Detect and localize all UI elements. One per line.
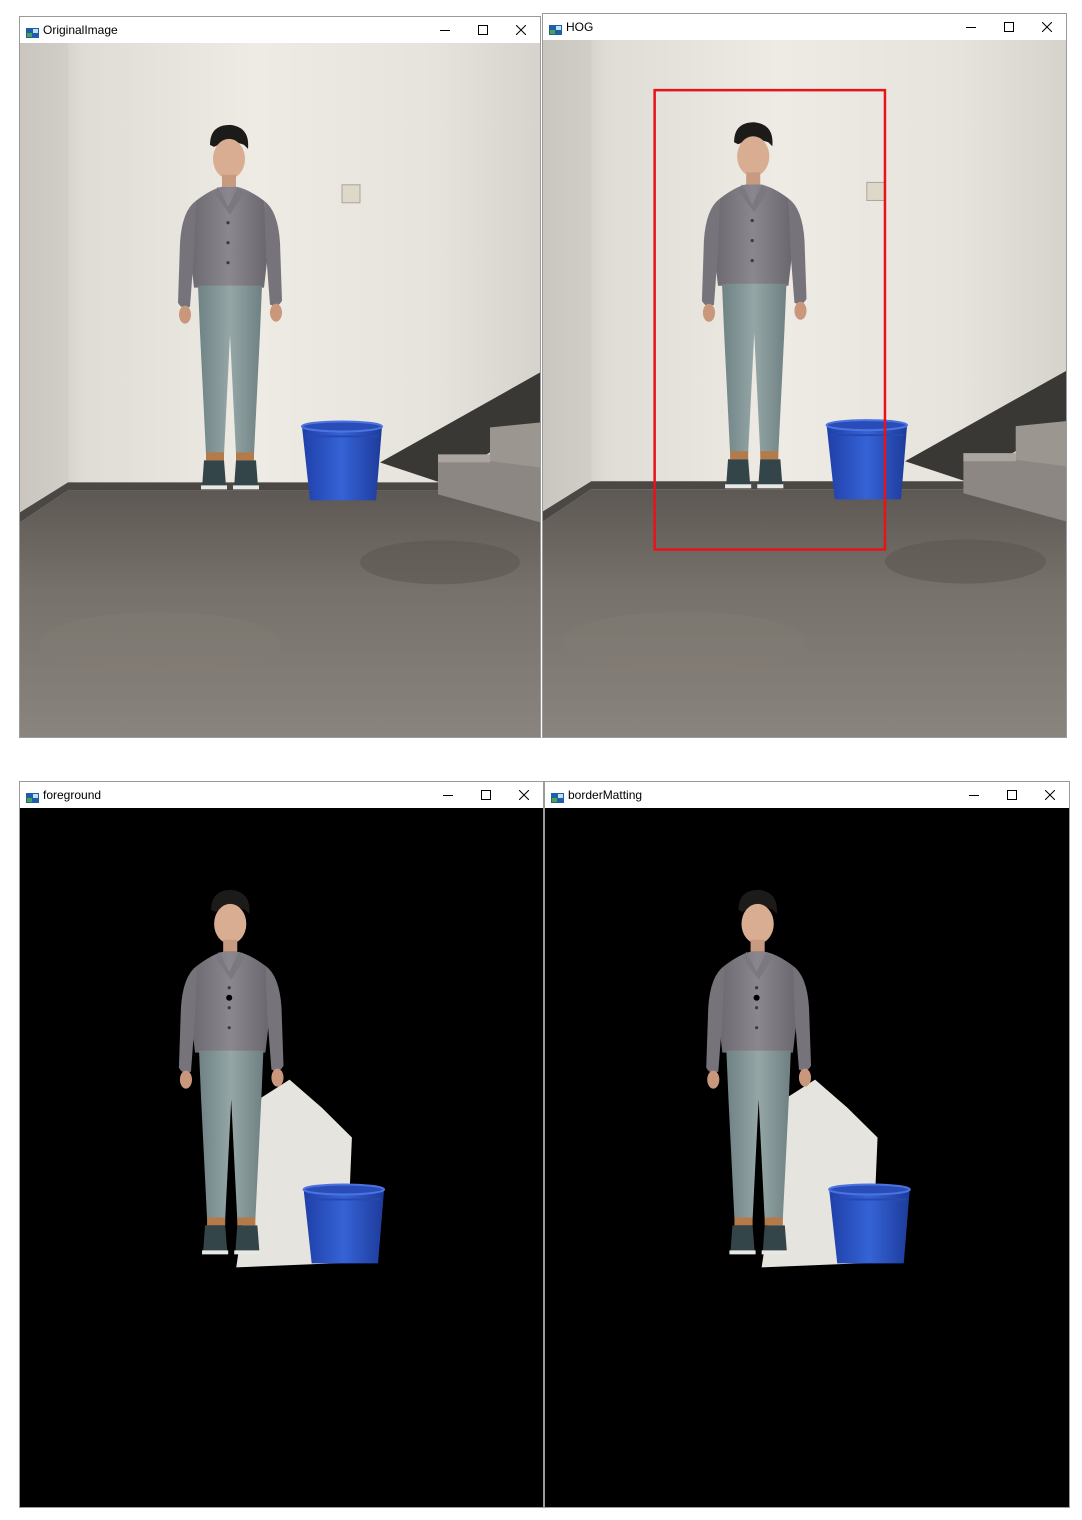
blue-bucket bbox=[825, 419, 909, 501]
title-bar[interactable]: OriginalImage bbox=[20, 17, 540, 43]
maximize-icon bbox=[1007, 790, 1017, 800]
minimize-icon bbox=[443, 795, 453, 796]
maximize-icon bbox=[478, 25, 488, 35]
close-button[interactable] bbox=[502, 17, 540, 43]
close-button[interactable] bbox=[1028, 14, 1066, 40]
image-canvas bbox=[545, 808, 1069, 1507]
app-icon bbox=[549, 22, 562, 35]
close-icon bbox=[1042, 22, 1052, 32]
image-canvas bbox=[543, 40, 1066, 737]
maximize-button[interactable] bbox=[464, 17, 502, 43]
minimize-button[interactable] bbox=[952, 14, 990, 40]
blue-bucket bbox=[301, 420, 383, 502]
close-icon bbox=[1045, 790, 1055, 800]
maximize-icon bbox=[1004, 22, 1014, 32]
minimize-icon bbox=[966, 27, 976, 28]
maximize-icon bbox=[481, 790, 491, 800]
close-icon bbox=[519, 790, 529, 800]
room-photo bbox=[543, 40, 1066, 737]
title-bar[interactable]: borderMatting bbox=[545, 782, 1069, 808]
title-bar[interactable]: foreground bbox=[20, 782, 543, 808]
close-icon bbox=[516, 25, 526, 35]
segmentation-background bbox=[20, 808, 543, 1502]
maximize-button[interactable] bbox=[467, 782, 505, 808]
minimize-button[interactable] bbox=[955, 782, 993, 808]
window-title: HOG bbox=[566, 20, 594, 34]
maximize-button[interactable] bbox=[990, 14, 1028, 40]
image-canvas bbox=[20, 808, 543, 1507]
maximize-button[interactable] bbox=[993, 782, 1031, 808]
original-image-window: OriginalImage bbox=[19, 16, 541, 738]
minimize-button[interactable] bbox=[426, 17, 464, 43]
window-title: borderMatting bbox=[568, 788, 643, 802]
image-canvas bbox=[20, 43, 540, 737]
app-icon bbox=[551, 790, 564, 803]
minimize-button[interactable] bbox=[429, 782, 467, 808]
border-matting-window: borderMatting bbox=[544, 781, 1070, 1508]
app-icon bbox=[26, 25, 39, 38]
window-title: foreground bbox=[43, 788, 102, 802]
minimize-icon bbox=[969, 795, 979, 796]
room-photo bbox=[20, 43, 540, 737]
window-title: OriginalImage bbox=[43, 23, 118, 37]
segmentation-background bbox=[545, 808, 1069, 1502]
app-icon bbox=[26, 790, 39, 803]
close-button[interactable] bbox=[505, 782, 543, 808]
close-button[interactable] bbox=[1031, 782, 1069, 808]
hog-window: HOG bbox=[542, 13, 1067, 738]
foreground-window: foreground bbox=[19, 781, 544, 1508]
minimize-icon bbox=[440, 30, 450, 31]
title-bar[interactable]: HOG bbox=[543, 14, 1066, 40]
